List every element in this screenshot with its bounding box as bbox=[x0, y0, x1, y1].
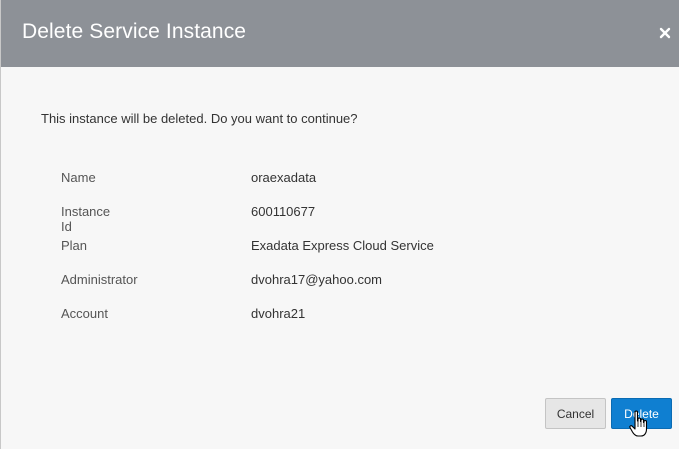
detail-value: Exadata Express Cloud Service bbox=[251, 238, 434, 253]
detail-label: Name bbox=[61, 170, 96, 185]
detail-label: Administrator bbox=[61, 272, 138, 287]
detail-value: dvohra17@yahoo.com bbox=[251, 272, 382, 287]
delete-button[interactable]: Delete bbox=[611, 398, 672, 429]
detail-value: dvohra21 bbox=[251, 306, 306, 321]
delete-service-instance-dialog: Delete Service Instance This instance wi… bbox=[0, 0, 679, 449]
detail-label: Instance Id bbox=[61, 204, 111, 234]
close-icon[interactable] bbox=[658, 26, 672, 40]
detail-label: Account bbox=[61, 306, 108, 321]
dialog-header: Delete Service Instance bbox=[1, 0, 679, 67]
detail-label: Plan bbox=[61, 238, 88, 253]
detail-value: 600110677 bbox=[251, 204, 316, 219]
cancel-button[interactable]: Cancel bbox=[545, 398, 606, 429]
detail-value: oraexadata bbox=[251, 170, 317, 185]
confirmation-message: This instance will be deleted. Do you wa… bbox=[41, 111, 358, 126]
dialog-title: Delete Service Instance bbox=[22, 20, 247, 43]
